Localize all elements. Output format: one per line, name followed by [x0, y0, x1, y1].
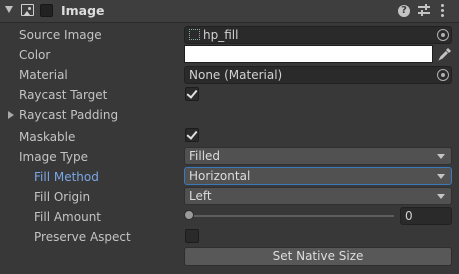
chevron-down-icon[interactable] — [5, 6, 13, 13]
more-vertical-icon[interactable] — [441, 4, 444, 17]
chevron-right-icon[interactable] — [8, 111, 14, 119]
object-picker-icon[interactable] — [437, 69, 449, 81]
fill-method-label: Fill Method — [34, 170, 99, 184]
component-enable-checkbox[interactable] — [40, 4, 53, 17]
fill-amount-slider-thumb[interactable] — [184, 210, 194, 220]
material-field[interactable]: None (Material) — [184, 66, 452, 84]
fill-origin-label: Fill Origin — [34, 190, 91, 204]
raycast-padding-label[interactable]: Raycast Padding — [19, 108, 118, 122]
raycast-target-checkbox[interactable] — [185, 87, 199, 101]
maskable-label: Maskable — [19, 130, 76, 144]
image-type-value: Filled — [189, 149, 221, 163]
material-label: Material — [19, 68, 68, 82]
fill-amount-slider-track[interactable] — [188, 215, 394, 217]
color-swatch[interactable] — [184, 45, 433, 63]
raycast-target-label: Raycast Target — [19, 88, 108, 102]
source-image-value: hp_fill — [203, 28, 239, 42]
fill-method-dropdown[interactable]: Horizontal — [184, 167, 452, 185]
color-label: Color — [19, 48, 51, 62]
fill-amount-input[interactable]: 0 — [400, 207, 452, 225]
sprite-icon — [189, 29, 200, 40]
dropdown-arrow-icon — [437, 154, 445, 159]
presets-icon[interactable] — [418, 4, 430, 16]
maskable-checkbox[interactable] — [185, 128, 199, 142]
object-picker-icon[interactable] — [437, 29, 449, 41]
preserve-aspect-label: Preserve Aspect — [34, 230, 131, 244]
dropdown-arrow-icon — [437, 194, 445, 199]
set-native-size-button[interactable]: Set Native Size — [184, 247, 452, 266]
eyedropper-icon[interactable] — [437, 46, 453, 62]
component-title: Image — [61, 3, 105, 18]
source-image-field[interactable]: hp_fill — [184, 26, 452, 44]
help-icon[interactable]: ? — [398, 5, 410, 17]
fill-amount-label: Fill Amount — [34, 210, 102, 224]
component-header[interactable]: Image ? — [0, 0, 459, 23]
image-type-dropdown[interactable]: Filled — [184, 147, 452, 165]
preserve-aspect-checkbox[interactable] — [185, 229, 199, 243]
material-value: None (Material) — [189, 68, 283, 82]
image-icon — [21, 4, 34, 16]
fill-method-value: Horizontal — [189, 169, 251, 183]
dropdown-arrow-icon — [437, 174, 445, 179]
fill-origin-value: Left — [189, 189, 212, 203]
fill-origin-dropdown[interactable]: Left — [184, 187, 452, 205]
image-type-label: Image Type — [19, 150, 88, 164]
source-image-label: Source Image — [19, 28, 102, 42]
